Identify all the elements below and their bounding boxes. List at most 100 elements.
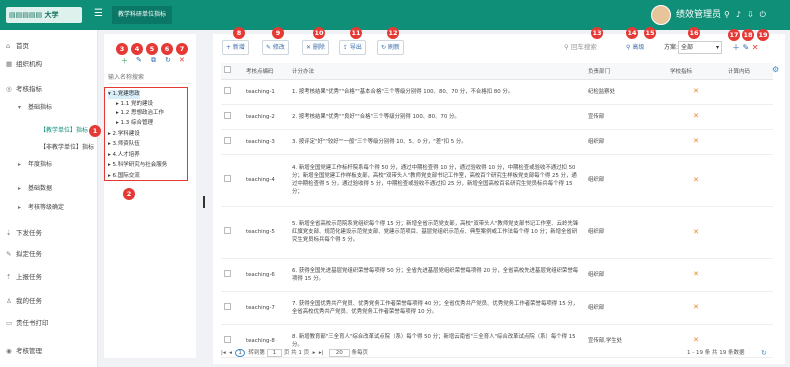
advanced-filter-button[interactable]: ⚲ 高级 (626, 40, 644, 55)
sidebar-item-label: 年度指标 (28, 161, 53, 168)
add-icon[interactable]: ＋ (732, 43, 740, 52)
delete-button[interactable]: ✕ 删除 (302, 40, 329, 55)
sidebar-item[interactable]: ✎ 拟定任务 (6, 247, 42, 261)
sidebar-item[interactable]: 【非教学单位】指标 (30, 141, 94, 155)
cell-dept: 组织部 (585, 258, 667, 292)
row-select-cell (221, 104, 243, 130)
row-checkbox[interactable] (224, 302, 231, 310)
advanced-label: 高级 (632, 44, 645, 51)
page-size-select[interactable]: 20 (328, 349, 350, 357)
annotation-badge: 19 (757, 29, 769, 41)
sidebar-item[interactable]: 【教学单位】指标 (30, 124, 88, 138)
sidebar-item[interactable]: ◉ 考核管理 (6, 344, 42, 358)
cell-method: 5. 新增全省高校示范院系党组织每个得 15 分；新增全省示范党支部，高校"双带… (289, 206, 585, 259)
delete-icon[interactable]: ✕ (752, 43, 759, 52)
cell-dept: 组织部 (585, 291, 667, 325)
power-icon[interactable]: ⏻ (760, 10, 772, 19)
table-row[interactable]: teaching-3 3. 按评定"好""较好""一般"三个等级分别得 10、5、… (221, 129, 773, 155)
select-all-cell[interactable] (221, 63, 243, 80)
table-row[interactable]: teaching-5 5. 新增全省高校示范院系党组织每个得 15 分；新增全省示… (221, 206, 773, 259)
annotation-badge: 18 (742, 29, 754, 41)
table-row[interactable]: teaching-6 6. 获得全国先进基层党组织荣誉每项得 50 分；全省先进基… (221, 258, 773, 292)
sidebar-item-icon: ▭ (6, 319, 13, 327)
tree-node[interactable]: ▸ 6.国际交流 (108, 172, 140, 181)
sidebar-item[interactable]: ▸ 年度指标 (18, 158, 52, 172)
row-checkbox[interactable] (224, 175, 231, 182)
first-page-button[interactable]: |◂ (221, 350, 226, 356)
table-row[interactable]: teaching-2 2. 按考核结果"优秀""良好""合格"三个等级分别得 10… (221, 104, 773, 130)
row-checkbox[interactable] (224, 335, 231, 343)
tree-node[interactable]: ▸ 3.师资队伍 (108, 140, 140, 149)
sidebar-item[interactable]: ⌂ 首页 (6, 39, 29, 53)
tree-node[interactable]: ▸ 4.人才培养 (108, 151, 140, 160)
annotation-badge: 17 (728, 29, 740, 41)
col-dept[interactable]: 负责部门 (585, 63, 667, 80)
sidebar-item[interactable]: ▸ 考核等级确定 (18, 201, 64, 215)
col-method[interactable]: 计分办法 (289, 63, 585, 80)
menu-toggle-icon[interactable]: ☰ (94, 8, 103, 20)
page-input[interactable]: 1 (266, 349, 283, 357)
tree-refresh-icon[interactable]: ↻ (165, 56, 171, 64)
sidebar-item[interactable]: ▭ 责任书打印 (6, 316, 49, 330)
refresh-button[interactable]: ↻ 刷新 (377, 40, 404, 55)
user-name[interactable]: 绩效管理员 (676, 8, 721, 22)
col-code[interactable]: 考核点编码 (243, 63, 289, 80)
export-button[interactable]: ⇪ 导出 (339, 40, 366, 55)
sidebar-item[interactable]: ⇡ 上报任务 (6, 270, 42, 284)
search-icon[interactable]: ⚲ (724, 10, 736, 19)
annotation-badge: 16 (688, 27, 700, 39)
scheme-label: 方案: (664, 44, 679, 51)
reload-icon[interactable]: ↻ (761, 346, 767, 360)
row-checkbox[interactable] (224, 136, 231, 144)
col-school[interactable]: 学校指标 (667, 63, 725, 80)
row-checkbox[interactable] (224, 86, 231, 94)
tree-node[interactable]: ▸ 1.3 综合管理 (116, 119, 153, 128)
annotation-badge: 6 (161, 43, 173, 55)
row-checkbox[interactable] (224, 111, 231, 119)
avatar[interactable] (651, 5, 671, 25)
tree-copy-icon[interactable]: ⧉ (151, 56, 156, 65)
add-button[interactable]: + 新增 (222, 40, 249, 55)
tree-add-icon[interactable]: ＋ (121, 56, 128, 66)
table-row[interactable]: teaching-1 1. 按考核结果"优秀""合格""基本合格"三个等级分别得 … (221, 79, 773, 105)
annotation-badge: 12 (387, 27, 399, 39)
scheme-select[interactable]: 全部 ▾ (678, 41, 722, 54)
bell-icon[interactable]: ♪ (736, 10, 747, 19)
next-page-button[interactable]: ▸ (313, 350, 316, 356)
tree-node[interactable]: ▸ 1.2 思想政治工作 (116, 109, 164, 118)
prev-page-button[interactable]: ◂ (229, 350, 232, 356)
row-checkbox[interactable] (224, 269, 231, 277)
splitter-handle[interactable] (203, 196, 205, 208)
tree-node[interactable]: ▸ 1.1 党的建设 (116, 100, 153, 109)
sidebar-item[interactable]: ⇣ 下发任务 (6, 226, 42, 240)
grid-search[interactable]: ⚲ 回车搜索 (564, 40, 630, 55)
sidebar-item[interactable]: ▦ 组织机构 (6, 57, 42, 71)
sidebar-item[interactable]: ▾ 基础指标 (18, 101, 52, 115)
tree-search-input[interactable] (108, 72, 192, 84)
tree-node[interactable]: ▾ 1.党建思政 (108, 90, 140, 99)
row-checkbox[interactable] (224, 227, 231, 234)
annotation-badge: 15 (644, 27, 656, 39)
table-row[interactable]: teaching-7 7. 获得全国优秀共产党员、优秀党务工作者荣誉每项得 40 … (221, 291, 773, 325)
university-logo: ▤▤▤▤▤ 大学 (6, 7, 82, 23)
last-page-button[interactable]: ▸| (319, 350, 324, 356)
sidebar-item[interactable]: ▸ 基础数据 (18, 182, 52, 196)
select-all-checkbox[interactable] (224, 66, 231, 74)
sidebar-item-label: 考核指标 (16, 85, 42, 93)
annotation-badge: 1 (89, 125, 101, 137)
filter-icon: ⚲ (626, 44, 631, 51)
module-tab[interactable]: 教学科研单位指标 (112, 6, 173, 24)
tree-delete-icon[interactable]: ✕ (179, 56, 185, 64)
col-calc-code[interactable]: 计算内码 (725, 63, 773, 80)
download-icon[interactable]: ⇩ (747, 10, 760, 19)
tree-node[interactable]: ▸ 2.学科建设 (108, 130, 140, 139)
table-row[interactable]: teaching-4 4. 新增全国党建工作标杆院系每个得 50 分，通过中期检查… (221, 154, 773, 207)
sidebar-item[interactable]: ◎ 考核指标 (6, 82, 42, 96)
edit-button[interactable]: ✎ 修改 (262, 40, 289, 55)
tree-edit-icon[interactable]: ✎ (136, 56, 142, 64)
sidebar-item[interactable]: ♙ 我的任务 (6, 294, 42, 308)
tree-node[interactable]: ▸ 5.科学研究与社会服务 (108, 161, 167, 170)
sidebar-item-label: 【教学单位】指标 (40, 127, 89, 134)
column-settings-icon[interactable]: ⚙ (772, 65, 779, 74)
edit-icon[interactable]: ✎ (743, 43, 750, 52)
